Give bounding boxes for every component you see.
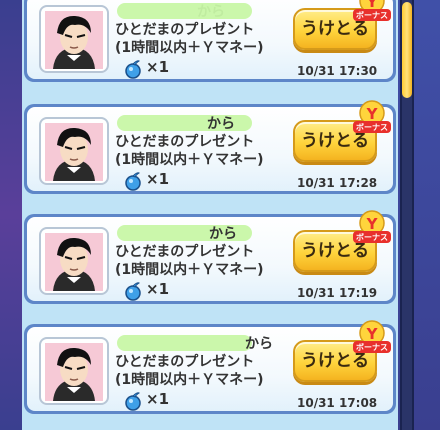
present-quantity: ×1: [146, 280, 170, 298]
svg-text:ボーナス: ボーナス: [356, 342, 388, 352]
scrollbar-thumb[interactable]: [402, 2, 412, 98]
y-bonus-badge-icon: Y ボーナス: [353, 210, 391, 243]
present-title: ひとだまのプレゼント: [115, 354, 255, 370]
present-detail: (1時間以内＋Ｙマネー): [115, 372, 264, 388]
hitodama-orb-icon: [125, 60, 141, 79]
present-quantity: ×1: [146, 170, 170, 188]
svg-text:ボーナス: ボーナス: [356, 10, 388, 20]
present-card: から ひとだまのプレゼント (1時間以内＋Ｙマネー) ×1 10/31 17:3…: [24, 0, 396, 82]
present-quantity: ×1: [146, 58, 170, 76]
svg-text:ボーナス: ボーナス: [356, 232, 388, 242]
y-bonus-badge-icon: Y ボーナス: [353, 320, 391, 353]
hitodama-orb-icon: [125, 282, 141, 301]
sender-avatar: [39, 337, 109, 405]
present-title: ひとだまのプレゼント: [115, 244, 255, 260]
present-quantity: ×1: [146, 390, 170, 408]
present-timestamp: 10/31 17:28: [297, 176, 378, 190]
present-detail: (1時間以内＋Ｙマネー): [115, 40, 264, 56]
y-bonus-badge-icon: Y ボーナス: [353, 100, 391, 133]
present-timestamp: 10/31 17:19: [297, 286, 378, 300]
present-timestamp: 10/31 17:30: [297, 64, 378, 78]
present-card: から ひとだまのプレゼント (1時間以内＋Ｙマネー) ×1 10/31 17:1…: [24, 210, 396, 304]
y-bonus-badge-icon: Y ボーナス: [353, 0, 391, 21]
sender-suffix: から: [209, 226, 237, 242]
present-detail: (1時間以内＋Ｙマネー): [115, 262, 264, 278]
present-detail: (1時間以内＋Ｙマネー): [115, 152, 264, 168]
hitodama-orb-icon: [125, 392, 141, 411]
svg-text:Y: Y: [366, 325, 379, 343]
background-left: [0, 0, 22, 430]
present-title: ひとだまのプレゼント: [115, 134, 255, 150]
present-card: から ひとだまのプレゼント (1時間以内＋Ｙマネー) ×1 10/31 17:0…: [24, 320, 396, 414]
sender-avatar: [39, 117, 109, 185]
sender-suffix: から: [207, 116, 235, 132]
svg-text:Y: Y: [366, 105, 379, 123]
redacted-sender-name: [117, 335, 252, 351]
svg-text:ボーナス: ボーナス: [356, 122, 388, 132]
sender-avatar: [39, 5, 109, 73]
present-card: から ひとだまのプレゼント (1時間以内＋Ｙマネー) ×1 10/31 17:2…: [24, 100, 396, 194]
sender-avatar: [39, 227, 109, 295]
present-list[interactable]: から ひとだまのプレゼント (1時間以内＋Ｙマネー) ×1 10/31 17:3…: [22, 0, 398, 430]
redacted-sender-name: [117, 3, 252, 19]
present-timestamp: 10/31 17:08: [297, 396, 378, 410]
sender-suffix: から: [245, 336, 273, 352]
hitodama-orb-icon: [125, 172, 141, 191]
svg-text:Y: Y: [366, 215, 379, 233]
present-title: ひとだまのプレゼント: [115, 22, 255, 38]
